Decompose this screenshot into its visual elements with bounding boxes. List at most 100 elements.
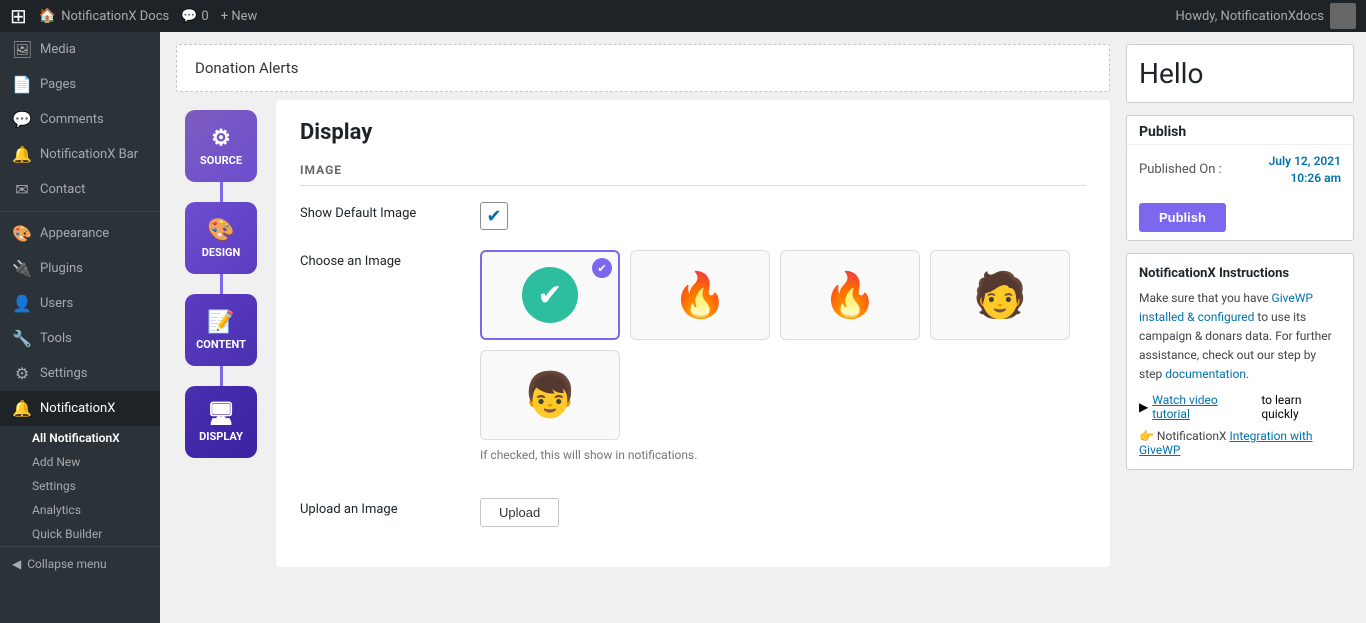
- watch-video-link[interactable]: Watch video tutorial: [1152, 393, 1257, 421]
- image-option-fire2[interactable]: 🔥: [780, 250, 920, 340]
- comments-icon: 💬: [181, 9, 197, 24]
- contact-icon: ✉: [12, 180, 32, 199]
- publish-metabox: Publish Published On : July 12, 2021 10:…: [1126, 115, 1354, 241]
- show-default-image-row: Show Default Image ✔: [300, 202, 1086, 230]
- site-name[interactable]: 🏠 NotificationX Docs: [39, 8, 169, 24]
- step-display[interactable]: 🖥 DISPLAY: [185, 386, 257, 458]
- upload-image-label: Upload an Image: [300, 498, 460, 517]
- publish-date: July 12, 2021: [1269, 153, 1341, 170]
- image-option-person1[interactable]: 🧑: [930, 250, 1070, 340]
- publish-button[interactable]: Publish: [1139, 203, 1226, 232]
- steps-and-content: ⚙ SOURCE 🎨 DESIGN 📝 CONTENT: [176, 100, 1110, 567]
- submenu-settings[interactable]: Settings: [0, 474, 160, 498]
- main-content: Donation Alerts ⚙ SOURCE 🎨 DESIGN: [160, 32, 1366, 623]
- sidebar-item-plugins[interactable]: 🔌 Plugins: [0, 251, 160, 286]
- submenu-add-new[interactable]: Add New: [0, 450, 160, 474]
- collapse-menu-button[interactable]: ◀ Collapse menu: [0, 546, 160, 581]
- admin-sidebar: 🖼 Media 📄 Pages 💬 Comments 🔔 Notificatio…: [0, 32, 160, 623]
- notificationx-bar-icon: 🔔: [12, 145, 32, 164]
- step-connector-1: [220, 182, 223, 202]
- show-default-image-checkbox[interactable]: ✔: [480, 202, 508, 230]
- publish-date-value: July 12, 2021 10:26 am: [1269, 153, 1341, 187]
- person1-icon: 🧑: [973, 269, 1028, 321]
- integration-text: 👉 NotificationX Integration with GiveWP: [1139, 429, 1341, 457]
- image-option-checkmark[interactable]: ✔ ✔: [480, 250, 620, 340]
- fire2-icon: 🔥: [823, 269, 878, 321]
- sidebar-item-notificationx-bar[interactable]: 🔔 NotificationX Bar: [0, 137, 160, 172]
- image-option-person2[interactable]: 👦: [480, 350, 620, 440]
- sidebar-item-comments[interactable]: 💬 Comments: [0, 102, 160, 137]
- sidebar-item-notificationx[interactable]: 🔔 NotificationX: [0, 391, 160, 426]
- show-default-image-value: ✔: [480, 202, 1086, 230]
- choose-image-value: ✔ ✔ 🔥 🔥: [480, 250, 1086, 478]
- collapse-icon: ◀: [12, 557, 21, 571]
- submenu-analytics[interactable]: Analytics: [0, 498, 160, 522]
- admin-bar: ⊞ 🏠 NotificationX Docs 💬 0 + New Howdy, …: [0, 0, 1366, 32]
- selected-badge-checkmark: ✔: [592, 258, 612, 278]
- step-source[interactable]: ⚙ SOURCE: [185, 110, 257, 182]
- menu-separator-1: [0, 211, 160, 212]
- video-icon: ▶: [1139, 400, 1148, 414]
- users-icon: 👤: [12, 294, 32, 313]
- hello-text: Hello: [1127, 45, 1353, 102]
- new-item-menu[interactable]: + New: [221, 9, 258, 24]
- notificationx-icon: 🔔: [12, 399, 32, 418]
- sidebar-item-appearance[interactable]: 🎨 Appearance: [0, 216, 160, 251]
- donation-alerts-bar: Donation Alerts: [176, 44, 1110, 92]
- step-content[interactable]: 📝 CONTENT: [185, 294, 257, 366]
- choose-image-row: Choose an Image ✔ ✔ 🔥: [300, 250, 1086, 478]
- sidebar-item-users[interactable]: 👤 Users: [0, 286, 160, 321]
- submenu-all-notificationx[interactable]: All NotificationX: [0, 426, 160, 450]
- instructions-text: Make sure that you have GiveWP installed…: [1139, 289, 1341, 385]
- image-option-fire1[interactable]: 🔥: [630, 250, 770, 340]
- wp-logo-icon[interactable]: ⊞: [10, 4, 27, 28]
- green-check-circle: ✔: [522, 267, 578, 323]
- image-grid: ✔ ✔ 🔥 🔥: [480, 250, 1086, 440]
- submenu-quick-builder[interactable]: Quick Builder: [0, 522, 160, 546]
- instructions-metabox: NotificationX Instructions Make sure tha…: [1126, 253, 1354, 470]
- sidebar-item-tools[interactable]: 🔧 Tools: [0, 321, 160, 356]
- media-icon: 🖼: [12, 40, 32, 59]
- step-connector-3: [220, 366, 223, 386]
- source-step-icon: ⚙: [211, 126, 231, 151]
- helper-text: If checked, this will show in notificati…: [480, 448, 1086, 462]
- display-step-icon: 🖥: [207, 402, 235, 427]
- settings-icon: ⚙: [12, 364, 32, 383]
- fire1-icon: 🔥: [673, 269, 728, 321]
- display-panel: Display IMAGE Show Default Image ✔ Choos…: [276, 100, 1110, 567]
- sidebar-item-media[interactable]: 🖼 Media: [0, 32, 160, 67]
- tools-icon: 🔧: [12, 329, 32, 348]
- watch-video-row: ▶ Watch video tutorial to learn quickly: [1139, 393, 1341, 421]
- publish-row: Published On : July 12, 2021 10:26 am: [1127, 145, 1353, 195]
- hello-metabox: Hello: [1126, 44, 1354, 103]
- show-default-image-label: Show Default Image: [300, 202, 460, 221]
- home-icon: 🏠: [39, 8, 56, 24]
- howdy-menu[interactable]: Howdy, NotificationXdocs: [1176, 3, 1356, 29]
- sidebar-item-contact[interactable]: ✉ Contact: [0, 172, 160, 207]
- instructions-body: NotificationX Instructions Make sure tha…: [1127, 254, 1353, 469]
- instructions-title: NotificationX Instructions: [1139, 266, 1341, 281]
- section-image-label: IMAGE: [300, 163, 1086, 186]
- upload-image-row: Upload an Image Upload: [300, 498, 1086, 527]
- upload-button[interactable]: Upload: [480, 498, 559, 527]
- step-connector-2: [220, 274, 223, 294]
- sidebar-item-settings[interactable]: ⚙ Settings: [0, 356, 160, 391]
- published-on-label: Published On :: [1139, 162, 1222, 177]
- pointing-icon: 👉: [1139, 429, 1157, 443]
- publish-section-label: Publish: [1127, 116, 1353, 145]
- person2-icon: 👦: [523, 369, 578, 421]
- publish-time: 10:26 am: [1269, 170, 1341, 187]
- comments-icon: 💬: [12, 110, 32, 129]
- upload-image-value: Upload: [480, 498, 1086, 527]
- docs-link[interactable]: documentation: [1165, 367, 1246, 381]
- choose-image-label: Choose an Image: [300, 250, 460, 269]
- comments-menu[interactable]: 💬 0: [181, 9, 209, 24]
- design-step-icon: 🎨: [207, 218, 234, 243]
- right-sidebar: Hello Publish Published On : July 12, 20…: [1126, 32, 1366, 623]
- step-design[interactable]: 🎨 DESIGN: [185, 202, 257, 274]
- plugins-icon: 🔌: [12, 259, 32, 278]
- steps-sidebar: ⚙ SOURCE 🎨 DESIGN 📝 CONTENT: [176, 100, 266, 567]
- sidebar-item-pages[interactable]: 📄 Pages: [0, 67, 160, 102]
- appearance-icon: 🎨: [12, 224, 32, 243]
- display-title: Display: [300, 120, 1086, 145]
